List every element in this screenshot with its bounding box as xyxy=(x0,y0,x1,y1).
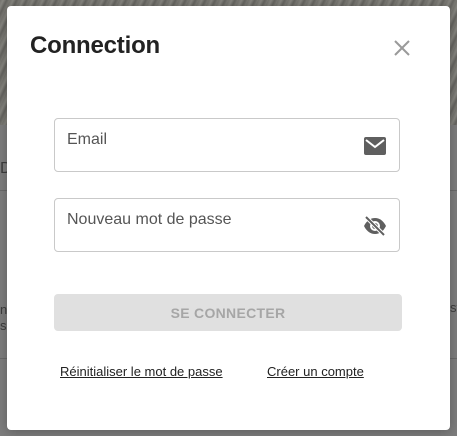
email-field[interactable]: Email xyxy=(54,118,400,172)
login-submit-button[interactable]: SE CONNECTER xyxy=(54,294,402,331)
reset-password-link[interactable]: Réinitialiser le mot de passe xyxy=(60,364,223,379)
email-input[interactable] xyxy=(67,147,347,167)
password-field[interactable]: Nouveau mot de passe xyxy=(54,198,400,252)
close-icon xyxy=(394,40,410,56)
modal-title: Connection xyxy=(30,32,160,59)
eye-off-icon[interactable] xyxy=(363,214,387,238)
password-input[interactable] xyxy=(67,227,347,247)
login-modal: Connection Email Nouveau mot de passe SE… xyxy=(7,6,450,430)
create-account-link[interactable]: Créer un compte xyxy=(267,364,364,379)
mail-icon xyxy=(363,134,387,158)
close-button[interactable] xyxy=(390,36,414,60)
background-text: st xyxy=(450,300,457,315)
